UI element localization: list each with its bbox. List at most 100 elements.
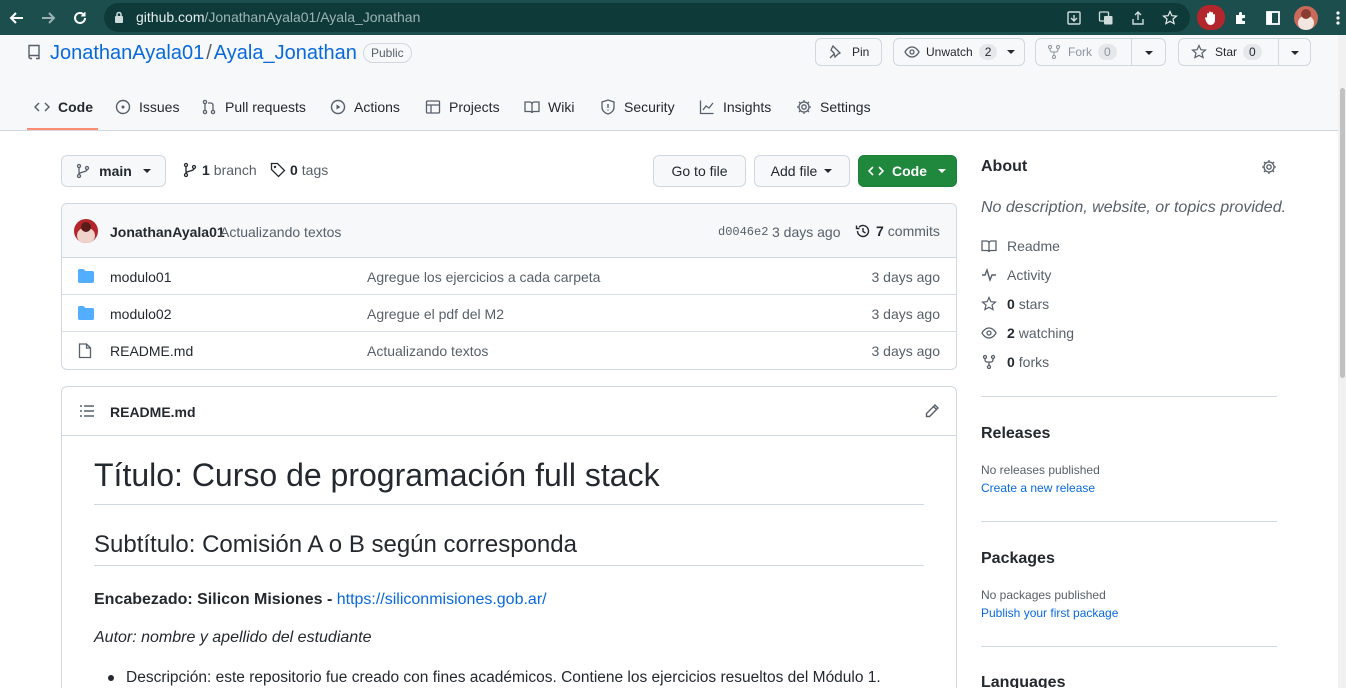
languages-heading: Languages (981, 674, 1066, 688)
commit-age[interactable]: 3 days ago (772, 224, 841, 240)
file-name[interactable]: modulo01 (110, 269, 172, 285)
commit-label: commits (887, 223, 940, 239)
repo-title: JonathanAyala01/Ayala_Jonathan (50, 42, 357, 65)
go-to-file-button[interactable]: Go to file (653, 155, 746, 187)
star-icon (1191, 44, 1207, 59)
latest-commit-bar: JonathanAyala01 Actualizando textos d004… (62, 204, 956, 258)
commit-sha[interactable]: d0046e2 (718, 225, 768, 239)
commit-message[interactable]: Actualizando textos (220, 224, 341, 240)
branch-name: main (99, 163, 132, 179)
stars-count: 0 (1007, 296, 1015, 312)
branch-count: 1 (202, 162, 210, 178)
reload-icon[interactable] (69, 7, 91, 29)
branches-link[interactable]: 1 branch (182, 162, 257, 178)
publish-package-link[interactable]: Publish your first package (981, 606, 1118, 620)
pencil-icon[interactable] (924, 403, 940, 419)
readme-author: Autor: nombre y apellido del estudiante (94, 629, 372, 646)
readme-title: Título: Curso de programación full stack (94, 457, 924, 505)
tab-projects-label: Projects (449, 99, 500, 115)
bookmark-star-icon[interactable] (1160, 8, 1180, 28)
browser-toolbar: github.com/JonathanAyala01/Ayala_Jonatha… (0, 0, 1346, 35)
folder-icon (78, 269, 94, 283)
stars-link[interactable]: 0 stars (981, 296, 1049, 312)
add-file-button[interactable]: Add file (754, 155, 850, 187)
profile-avatar[interactable] (1294, 6, 1318, 30)
watching-link[interactable]: 2 watching (981, 325, 1074, 341)
pin-button[interactable]: Pin (815, 38, 882, 66)
chevron-down-icon (824, 169, 833, 173)
code-icon (868, 166, 884, 176)
releases-empty-text: No releases published (981, 463, 1100, 477)
readme-link[interactable]: Readme (981, 238, 1060, 254)
share-icon[interactable] (1128, 8, 1148, 28)
url-text[interactable]: github.com/JonathanAyala01/Ayala_Jonatha… (136, 9, 420, 25)
back-arrow-icon[interactable] (6, 7, 28, 29)
fork-icon (1048, 45, 1060, 59)
tab-settings[interactable]: Settings (796, 89, 871, 125)
file-row[interactable]: modulo02 Agregue el pdf del M2 3 days ag… (62, 295, 956, 332)
tab-code[interactable]: Code (34, 89, 93, 125)
tab-insights[interactable]: Insights (699, 89, 771, 125)
readme-header: README.md (62, 387, 956, 436)
forward-arrow-icon[interactable] (37, 7, 59, 29)
tab-actions[interactable]: Actions (330, 89, 400, 125)
tab-projects[interactable]: Projects (425, 89, 500, 125)
side-panel-icon[interactable] (1263, 8, 1283, 28)
repo-owner-link[interactable]: JonathanAyala01 (50, 42, 204, 64)
readme-header-line: Encabezado: Silicon Misiones - https://s… (94, 591, 547, 609)
list-icon[interactable] (79, 404, 95, 418)
visibility-badge: Public (363, 43, 412, 63)
active-tab-indicator (27, 128, 98, 130)
avatar[interactable] (74, 219, 98, 243)
packages-empty-text: No packages published (981, 588, 1106, 602)
add-file-label: Add file (770, 163, 818, 179)
extensions-puzzle-icon[interactable] (1231, 8, 1251, 28)
tags-link[interactable]: 0 tags (270, 162, 328, 178)
file-commit-message[interactable]: Actualizando textos (367, 343, 488, 359)
tab-security[interactable]: Security (600, 89, 675, 125)
file-row[interactable]: README.md Actualizando textos 3 days ago (62, 332, 956, 369)
scrollbar-thumb[interactable] (1340, 88, 1345, 378)
create-release-link[interactable]: Create a new release (981, 481, 1095, 495)
issue-icon (115, 99, 131, 115)
star-counter: 0 (1243, 44, 1262, 60)
activity-label: Activity (1007, 267, 1052, 283)
branch-selector[interactable]: main (61, 155, 166, 187)
star-button[interactable]: Star 0 (1178, 38, 1311, 66)
activity-link[interactable]: Activity (981, 267, 1051, 283)
hand-extension-icon[interactable] (1201, 8, 1221, 28)
repo-name-link[interactable]: Ayala_Jonathan (214, 42, 357, 64)
install-app-icon[interactable] (1064, 8, 1084, 28)
file-commit-message[interactable]: Agregue los ejercicios a cada carpeta (367, 269, 600, 285)
browser-menu-icon[interactable] (1328, 8, 1346, 28)
watching-count: 2 (1007, 325, 1015, 341)
gear-icon[interactable] (1261, 159, 1277, 175)
branch-icon (77, 163, 90, 179)
packages-heading[interactable]: Packages (981, 550, 1055, 568)
translate-icon[interactable] (1096, 8, 1116, 28)
file-name[interactable]: README.md (110, 343, 193, 359)
readme-link-label: Readme (1007, 238, 1060, 254)
file-commit-message[interactable]: Agregue el pdf del M2 (367, 306, 504, 322)
pull-request-icon (202, 99, 216, 115)
file-name[interactable]: modulo02 (110, 306, 172, 322)
commit-author[interactable]: JonathanAyala01 (110, 224, 225, 240)
releases-heading[interactable]: Releases (981, 425, 1050, 443)
commit-count: 7 (876, 223, 884, 239)
pin-label: Pin (852, 45, 870, 59)
forks-link[interactable]: 0 forks (981, 354, 1049, 370)
tab-wiki[interactable]: Wiki (524, 89, 574, 125)
silicon-misiones-link[interactable]: https://siliconmisiones.gob.ar/ (337, 591, 547, 608)
tab-issues[interactable]: Issues (115, 89, 179, 125)
unwatch-button[interactable]: Unwatch 2 (893, 38, 1025, 66)
tab-code-label: Code (58, 99, 93, 115)
code-button[interactable]: Code (858, 155, 957, 187)
readme-filename[interactable]: README.md (110, 404, 196, 420)
tab-pull-requests[interactable]: Pull requests (201, 89, 306, 125)
commits-link[interactable]: 7 commits (855, 223, 940, 239)
fork-button[interactable]: Fork 0 (1035, 38, 1166, 66)
file-row[interactable]: modulo01 Agregue los ejercicios a cada c… (62, 258, 956, 295)
lock-icon[interactable] (114, 11, 124, 24)
watch-counter: 2 (978, 44, 998, 60)
chevron-down-icon (142, 169, 151, 173)
